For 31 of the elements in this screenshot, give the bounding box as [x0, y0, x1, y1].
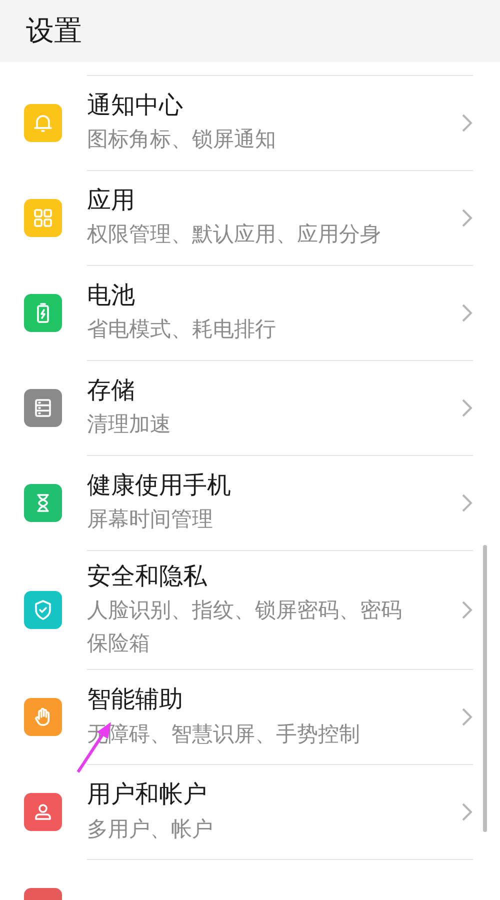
chevron-right-icon — [461, 208, 473, 228]
item-title: 应用 — [87, 185, 136, 216]
settings-item[interactable]: 应用 权限管理、默认应用、应用分身 — [0, 170, 500, 265]
settings-item[interactable]: 安全和隐私 人脸识别、指纹、锁屏密码、密码保险箱 — [0, 550, 500, 670]
item-subtitle: 清理加速 — [87, 411, 172, 438]
item-title: 存储 — [87, 375, 136, 406]
item-subtitle: 多用户、帐户 — [87, 816, 214, 843]
item-subtitle: 图标角标、锁屏通知 — [87, 126, 277, 154]
settings-item[interactable]: 存储 清理加速 — [0, 360, 500, 455]
page-title: 设置 — [26, 13, 82, 49]
settings-item[interactable]: 健康使用手机 屏幕时间管理 — [0, 455, 500, 550]
settings-item[interactable]: 通知中心 图标角标、锁屏通知 — [0, 75, 500, 170]
settings-item[interactable]: 电池 省电模式、耗电排行 — [0, 265, 500, 360]
item-subtitle: 省电模式、耗电排行 — [87, 316, 277, 344]
item-title: 用户和帐户 — [87, 779, 208, 810]
chevron-right-icon — [461, 113, 473, 133]
item-subtitle: 屏幕时间管理 — [87, 506, 214, 534]
chevron-right-icon — [461, 303, 473, 323]
item-title: 电池 — [87, 280, 136, 312]
chevron-right-icon — [461, 398, 473, 418]
item-subtitle: 权限管理、默认应用、应用分身 — [87, 221, 382, 248]
chevron-right-icon — [461, 707, 473, 728]
item-title: 安全和隐私 — [87, 561, 208, 592]
chevron-right-icon — [461, 802, 473, 822]
item-title: 智能辅助 — [87, 684, 184, 716]
item-title: 通知中心 — [87, 90, 184, 122]
settings-item[interactable]: 用户和帐户 多用户、帐户 — [0, 764, 500, 860]
chevron-right-icon — [461, 600, 473, 620]
chevron-right-icon — [461, 493, 473, 513]
item-subtitle: 人脸识别、指纹、锁屏密码、密码保险箱 — [87, 597, 403, 657]
item-title: 健康使用手机 — [87, 470, 232, 502]
